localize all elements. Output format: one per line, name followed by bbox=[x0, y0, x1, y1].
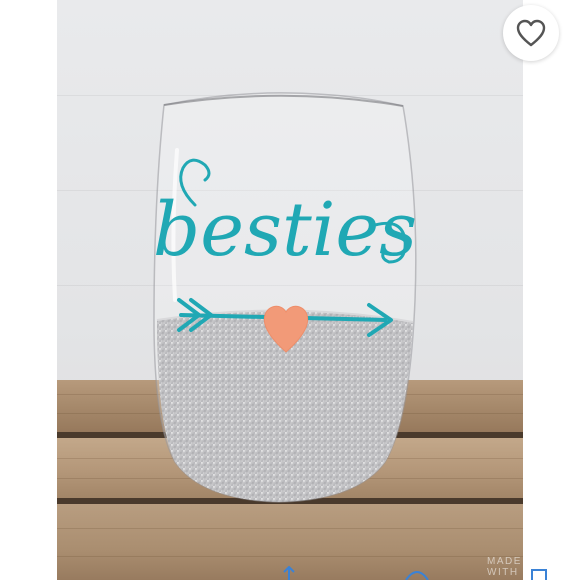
heart-outline-icon bbox=[516, 19, 546, 47]
product-image-viewer: besties MADE WITH bbox=[0, 0, 580, 580]
bookmark-icon[interactable] bbox=[530, 566, 548, 580]
glass-lettering: besties bbox=[153, 187, 417, 273]
product-photo[interactable]: besties MADE WITH bbox=[57, 0, 523, 580]
share-icon[interactable] bbox=[280, 565, 298, 580]
like-button[interactable] bbox=[503, 5, 559, 61]
comment-icon[interactable] bbox=[404, 566, 430, 580]
wine-glass: besties bbox=[153, 92, 417, 503]
bottom-action-bar bbox=[0, 565, 580, 580]
